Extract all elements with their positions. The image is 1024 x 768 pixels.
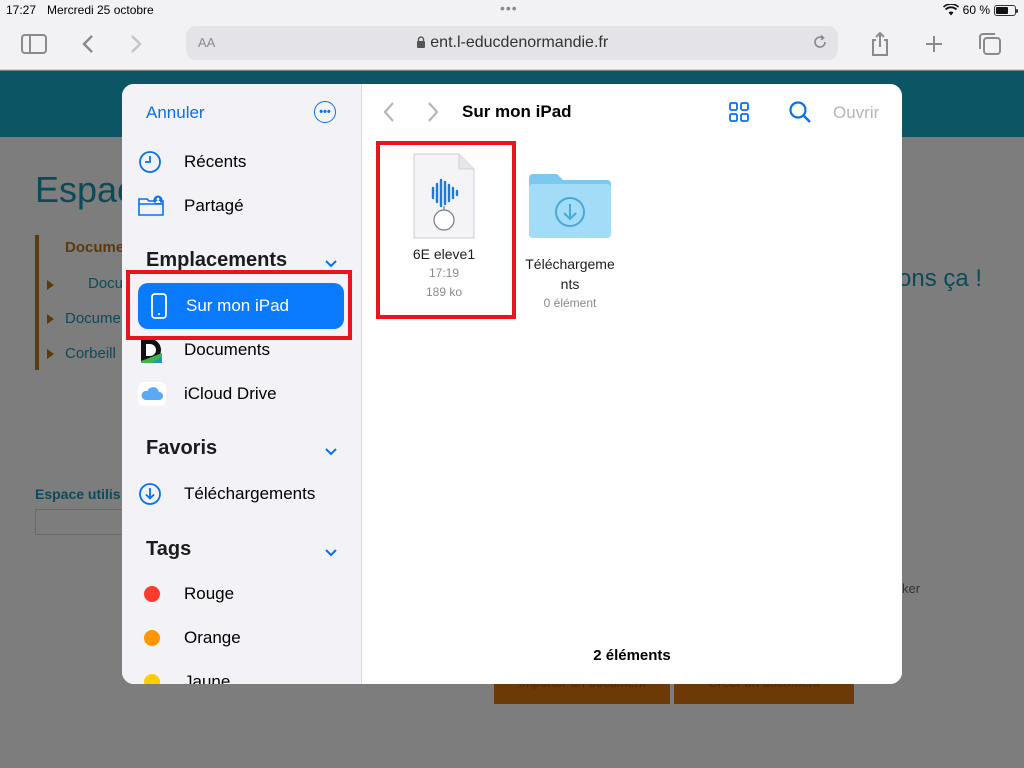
clock-icon bbox=[138, 150, 168, 174]
item-count-footer: 2 éléments bbox=[593, 647, 671, 664]
battery-icon bbox=[994, 4, 1018, 16]
browser-toolbar: AA ent.l-educdenormandie.fr bbox=[0, 20, 1024, 70]
back-icon[interactable] bbox=[382, 100, 396, 129]
folder-name-continued: nts bbox=[560, 276, 580, 292]
section-locations: Emplacements bbox=[146, 249, 288, 271]
icloud-icon bbox=[138, 382, 168, 406]
sidebar-item-label: Partagé bbox=[184, 196, 244, 215]
chevron-down-icon[interactable] bbox=[324, 444, 338, 462]
page-nav-item: Docu bbox=[88, 275, 124, 292]
battery-percent: 60 % bbox=[962, 3, 990, 17]
wifi-icon bbox=[942, 4, 959, 16]
status-time: 17:27 bbox=[6, 3, 37, 17]
url-text: ent.l-educdenormandie.fr bbox=[186, 34, 838, 52]
chevron-down-icon[interactable] bbox=[324, 545, 338, 563]
page-nav-bar bbox=[35, 235, 39, 370]
tag-dot-icon bbox=[138, 582, 168, 606]
search-icon[interactable] bbox=[788, 100, 812, 129]
forward-icon[interactable] bbox=[426, 100, 440, 129]
section-tags: Tags bbox=[146, 538, 192, 560]
shared-folder-icon bbox=[138, 194, 168, 218]
grid-view-icon[interactable] bbox=[728, 101, 750, 128]
multitasking-dots-icon[interactable]: ••• bbox=[500, 0, 518, 16]
sidebar-item-shared[interactable]: Partagé bbox=[138, 189, 346, 223]
more-options-icon[interactable]: ••• bbox=[314, 101, 336, 123]
tag-label: Jaune bbox=[184, 672, 231, 684]
forward-icon[interactable] bbox=[122, 30, 150, 58]
tag-dot-icon bbox=[138, 670, 168, 684]
url-label: ent.l-educdenormandie.fr bbox=[430, 34, 609, 51]
nav-expand-icon bbox=[47, 349, 54, 359]
download-circle-icon bbox=[138, 482, 168, 506]
folder-title: Sur mon iPad bbox=[462, 102, 572, 121]
nav-expand-icon bbox=[47, 280, 54, 290]
picker-sidebar: Annuler ••• Récents Partagé Emplacements… bbox=[122, 84, 362, 684]
share-icon[interactable] bbox=[866, 30, 894, 58]
sidebar-item-label: Téléchargements bbox=[184, 484, 316, 503]
lock-icon bbox=[416, 36, 425, 48]
nav-expand-icon bbox=[47, 314, 54, 324]
downloads-folder-icon bbox=[515, 172, 625, 242]
folder-item-count: 0 élément bbox=[543, 296, 597, 310]
sidebar-item-label: Récents bbox=[184, 152, 247, 171]
sidebar-item-label: Documents bbox=[184, 340, 270, 359]
tag-red[interactable]: Rouge bbox=[138, 577, 346, 611]
page-partial-text: ker bbox=[902, 581, 921, 596]
back-icon[interactable] bbox=[74, 30, 102, 58]
new-tab-icon[interactable] bbox=[920, 30, 948, 58]
sidebar-item-recents[interactable]: Récents bbox=[138, 145, 346, 179]
sidebar-item-icloud-drive[interactable]: iCloud Drive bbox=[138, 377, 346, 411]
page-slogan: ons ça ! bbox=[898, 265, 983, 292]
page-nav-item: Docume bbox=[65, 310, 121, 327]
sidebar-item-label: iCloud Drive bbox=[184, 384, 277, 403]
tag-orange[interactable]: Orange bbox=[138, 621, 346, 655]
folder-name: Téléchargeme bbox=[525, 256, 615, 272]
tabs-overview-icon[interactable] bbox=[976, 30, 1004, 58]
status-bar: 17:27 Mercredi 25 octobre ••• 60 % bbox=[0, 0, 1024, 20]
open-button[interactable]: Ouvrir bbox=[833, 103, 879, 123]
page-title: Espac bbox=[35, 169, 136, 210]
page-nav-item: Corbeill bbox=[65, 345, 116, 362]
sidebar-item-downloads[interactable]: Téléchargements bbox=[138, 477, 346, 511]
section-favorites: Favoris bbox=[146, 437, 218, 459]
tag-label: Rouge bbox=[184, 584, 235, 603]
highlight-box bbox=[126, 270, 352, 340]
page-space-label: Espace utilis bbox=[35, 486, 121, 502]
documents-app-icon bbox=[138, 338, 168, 363]
status-date: Mercredi 25 octobre bbox=[47, 3, 154, 17]
sidebar-toggle-icon[interactable] bbox=[20, 30, 48, 58]
file-picker-dialog: Annuler ••• Récents Partagé Emplacements… bbox=[122, 84, 902, 684]
status-right: 60 % bbox=[942, 3, 1018, 17]
tag-label: Orange bbox=[184, 628, 241, 647]
address-bar[interactable]: AA ent.l-educdenormandie.fr bbox=[186, 26, 838, 60]
page-space-bar bbox=[35, 509, 135, 535]
highlight-box bbox=[376, 141, 516, 319]
reload-icon[interactable] bbox=[812, 34, 828, 55]
tag-yellow[interactable]: Jaune bbox=[138, 665, 346, 684]
folder-item-downloads[interactable]: Téléchargeme nts 0 élément bbox=[515, 172, 625, 313]
cancel-button[interactable]: Annuler bbox=[146, 103, 205, 123]
picker-content: Sur mon iPad Ouvrir 6E eleve1 17:19 189 … bbox=[362, 84, 902, 684]
tag-dot-icon bbox=[138, 626, 168, 650]
